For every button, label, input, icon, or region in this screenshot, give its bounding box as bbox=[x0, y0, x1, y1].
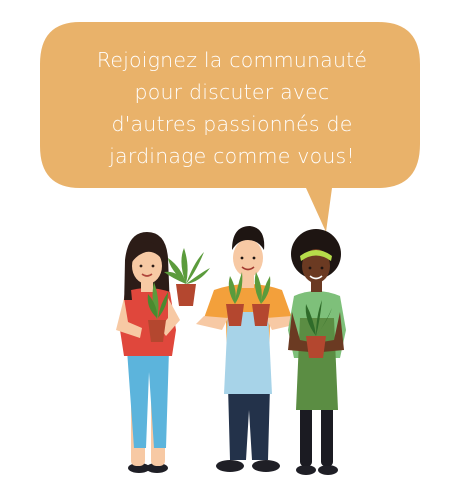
speech-bubble-line-2: pour discuter avec bbox=[134, 80, 330, 104]
speech-bubble-text: Rejoignez la communauté pour discuter av… bbox=[62, 44, 402, 172]
woman-right-figure bbox=[288, 229, 346, 475]
illustration: Rejoignez la communauté pour discuter av… bbox=[0, 0, 458, 491]
woman-left-figure bbox=[116, 232, 210, 473]
speech-bubble-line-1: Rejoignez la communauté bbox=[96, 48, 368, 72]
speech-bubble-line-4: jardinage comme vous! bbox=[109, 144, 355, 168]
speech-bubble-line-3: d'autres passionnés de bbox=[111, 112, 353, 136]
man-middle-figure bbox=[196, 226, 298, 472]
